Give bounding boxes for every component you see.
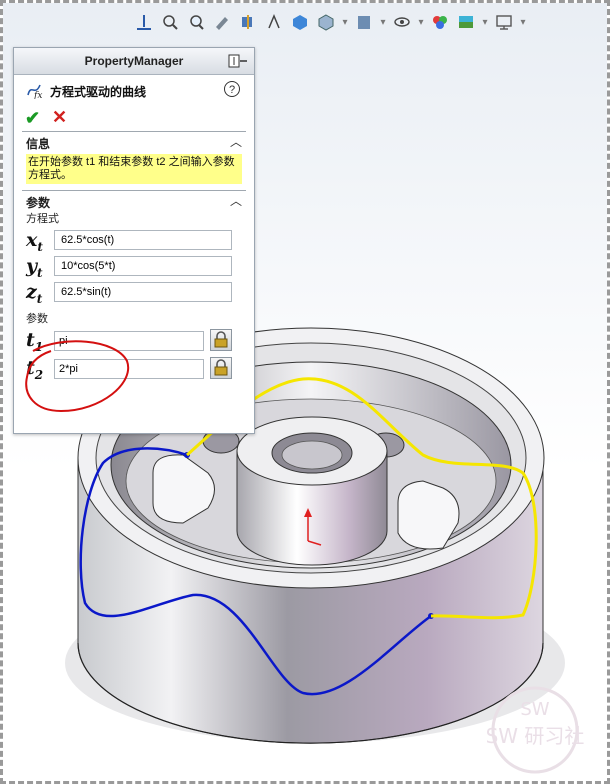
info-message: 在开始参数 t1 和结束参数 t2 之间输入参数方程式。: [26, 154, 242, 184]
ok-button[interactable]: ✔: [25, 108, 40, 129]
equation-row-y: yt: [14, 253, 254, 280]
params-section-title: 参数: [26, 196, 51, 210]
help-icon[interactable]: ?: [224, 81, 240, 97]
collapse-caret-icon[interactable]: ︿: [230, 192, 242, 209]
red-annotation-circle: [25, 340, 130, 413]
equation-row-x: xt: [14, 227, 254, 254]
z-variable-label: zt: [26, 281, 43, 306]
feature-header: fx 方程式驱动的曲线 ?: [14, 75, 254, 105]
collapse-caret-icon[interactable]: ︿: [230, 133, 242, 150]
lock-icon[interactable]: [210, 329, 232, 351]
action-bar: ✔ ✕: [14, 105, 254, 131]
property-manager-header: PropertyManager: [14, 48, 254, 75]
info-section-title: 信息: [26, 137, 51, 151]
svg-text:SW 研习社: SW 研习社: [486, 724, 585, 748]
property-manager-title: PropertyManager: [84, 54, 184, 68]
equation-row-z: zt: [14, 279, 254, 306]
equation-label: 方程式: [26, 213, 59, 225]
lock-icon[interactable]: [210, 357, 232, 379]
cancel-button[interactable]: ✕: [52, 107, 67, 128]
z-equation-field[interactable]: [54, 282, 232, 302]
info-section-header[interactable]: 信息 ︿: [22, 131, 246, 152]
pin-icon[interactable]: [228, 54, 248, 68]
x-equation-field[interactable]: [54, 230, 232, 250]
feature-title: 方程式驱动的曲线: [50, 85, 147, 99]
parameter-label: 参数: [26, 313, 48, 325]
svg-text:fx: fx: [33, 91, 42, 99]
params-section-header[interactable]: 参数 ︿: [22, 190, 246, 211]
y-equation-field[interactable]: [54, 256, 232, 276]
svg-text:SW: SW: [520, 699, 549, 720]
y-variable-label: yt: [26, 255, 43, 280]
graphics-area[interactable]: ▾ ▾ ▾ ▾ ▾ SW SW 研习社 PropertyManager fx 方…: [3, 3, 607, 781]
equation-curve-icon: fx: [27, 84, 42, 99]
x-variable-label: xt: [26, 229, 43, 254]
watermark-logo: SW SW 研习社: [486, 686, 585, 774]
